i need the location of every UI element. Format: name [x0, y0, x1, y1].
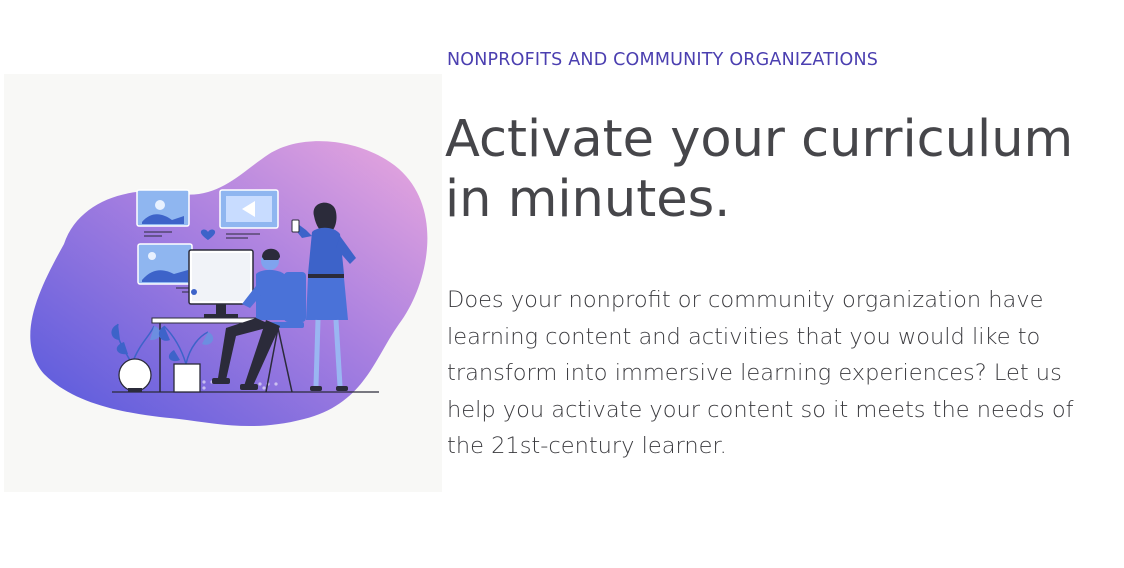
- illustration-panel: [4, 74, 442, 492]
- people-at-computer-illustration: [30, 141, 428, 427]
- page-headline: Activate your curriculum in minutes.: [445, 110, 1074, 229]
- body-paragraph: Does your nonprofit or community organiz…: [447, 287, 1074, 459]
- section-eyebrow: NONPROFITS AND COMMUNITY ORGANIZATIONS: [447, 50, 879, 70]
